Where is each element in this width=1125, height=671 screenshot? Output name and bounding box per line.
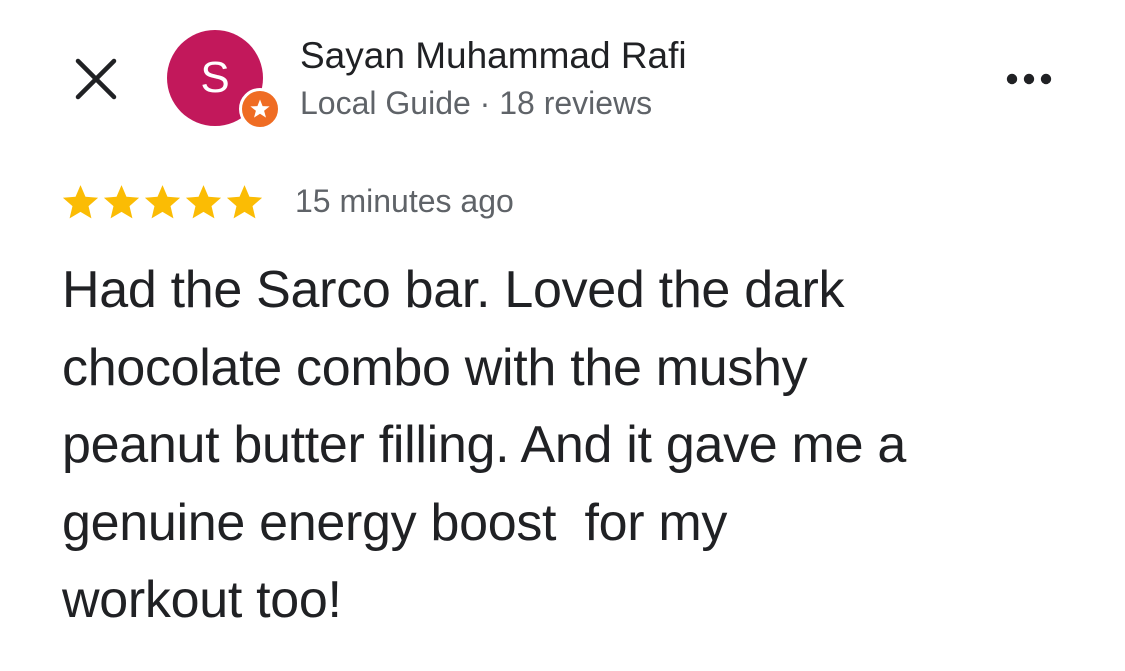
- review-text: Had the Sarco bar. Loved the dark chocola…: [62, 252, 1082, 640]
- review-timestamp: 15 minutes ago: [295, 183, 514, 219]
- star-icon: [62, 185, 99, 219]
- close-icon: [75, 58, 117, 100]
- star-icon: [185, 185, 222, 219]
- close-button[interactable]: [70, 53, 122, 105]
- reviewer-meta: Local Guide · 18 reviews: [300, 85, 653, 121]
- review-text-line: workout too!: [62, 571, 342, 629]
- more-options-icon: [1006, 73, 1052, 85]
- review-text-line: genuine energy boost for my: [62, 493, 728, 552]
- local-guide-star-icon: [250, 99, 270, 118]
- reviewer-name[interactable]: Sayan Muhammad Rafi: [300, 34, 687, 78]
- star-icon: [144, 185, 181, 219]
- local-guide-badge: [239, 88, 281, 130]
- more-options-button[interactable]: [1000, 62, 1060, 96]
- review-text-line: Had the Sarco bar. Loved the dark: [62, 261, 845, 319]
- star-icon: [103, 185, 140, 219]
- reviewer-avatar-group[interactable]: S: [167, 30, 281, 130]
- star-icon: [226, 185, 263, 219]
- review-text-line: chocolate combo with the mushy: [62, 338, 808, 397]
- review-text-line: peanut butter filling. And it gave me a: [62, 416, 906, 474]
- star-rating: [60, 182, 265, 224]
